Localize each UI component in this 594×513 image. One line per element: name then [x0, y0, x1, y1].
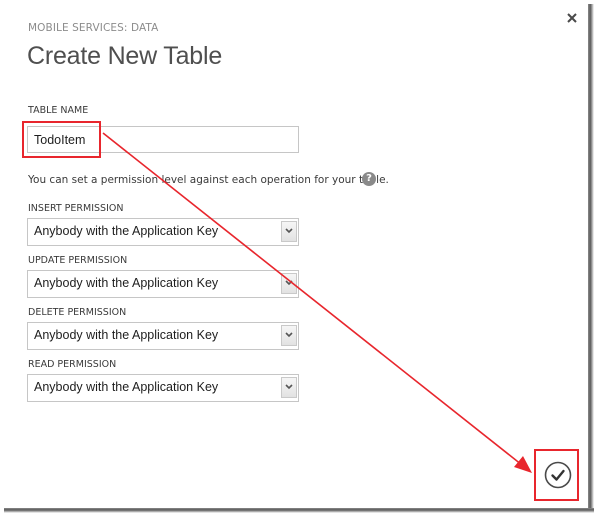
- insert-permission-select[interactable]: Anybody with the Application Key: [27, 218, 299, 246]
- close-button[interactable]: [565, 10, 579, 24]
- help-icon[interactable]: ?: [362, 172, 376, 186]
- delete-permission-dropdown-button[interactable]: [281, 325, 297, 346]
- delete-permission-select[interactable]: Anybody with the Application Key: [27, 322, 299, 350]
- dialog-title: Create New Table: [27, 42, 223, 70]
- window-shadow-bottom: [4, 508, 594, 513]
- chevron-down-icon: [285, 280, 293, 286]
- insert-permission-dropdown-button[interactable]: [281, 221, 297, 242]
- chevron-down-icon: [285, 332, 293, 338]
- table-name-input[interactable]: [27, 126, 299, 153]
- read-permission-dropdown-button[interactable]: [281, 377, 297, 398]
- update-permission-select[interactable]: Anybody with the Application Key: [27, 270, 299, 298]
- table-name-label: TABLE NAME: [28, 105, 89, 116]
- update-permission-label: UPDATE PERMISSION: [28, 255, 128, 266]
- update-permission-value: Anybody with the Application Key: [34, 276, 219, 290]
- window-shadow-right: [588, 4, 594, 513]
- chevron-down-icon: [285, 384, 293, 390]
- delete-permission-value: Anybody with the Application Key: [34, 328, 219, 342]
- read-permission-label: READ PERMISSION: [28, 359, 117, 370]
- confirm-button[interactable]: [544, 461, 572, 489]
- update-permission-dropdown-button[interactable]: [281, 273, 297, 294]
- permission-description: You can set a permission level against e…: [28, 174, 389, 186]
- insert-permission-label: INSERT PERMISSION: [28, 203, 124, 214]
- delete-permission-label: DELETE PERMISSION: [28, 307, 127, 318]
- create-table-dialog: MOBILE SERVICES: DATA Create New Table T…: [0, 0, 588, 508]
- insert-permission-value: Anybody with the Application Key: [34, 224, 219, 238]
- chevron-down-icon: [285, 228, 293, 234]
- read-permission-select[interactable]: Anybody with the Application Key: [27, 374, 299, 402]
- read-permission-value: Anybody with the Application Key: [34, 380, 219, 394]
- checkmark-circle-icon: [544, 461, 572, 489]
- close-icon: [567, 13, 577, 23]
- dialog-eyebrow: MOBILE SERVICES: DATA: [28, 22, 159, 34]
